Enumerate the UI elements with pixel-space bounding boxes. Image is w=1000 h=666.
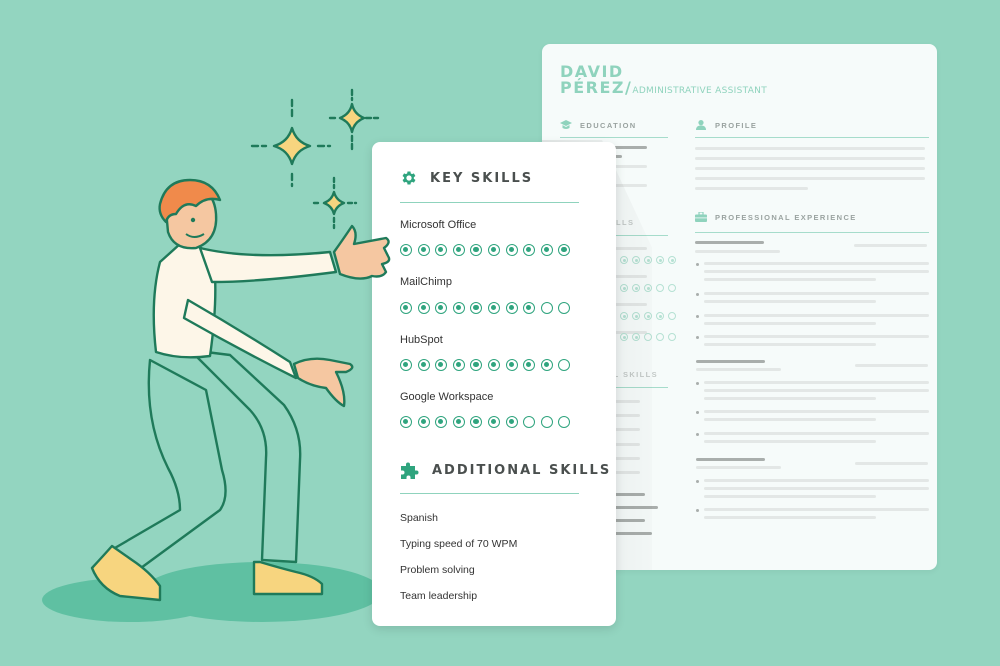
- character-eye: [190, 217, 196, 223]
- character-leg: [106, 358, 227, 578]
- character-arm: [198, 246, 338, 284]
- character-hand: [292, 357, 354, 408]
- sparkle-icon: [328, 88, 380, 154]
- scene: DAVID PÉREZ/ADMINISTRATIVE ASSISTANT EDU…: [0, 0, 1000, 666]
- character-illustration: [90, 88, 391, 602]
- character-hand: [332, 224, 391, 280]
- sparkle-icon: [250, 98, 332, 188]
- sparkle-icon: [312, 176, 358, 230]
- shoe: [252, 560, 324, 596]
